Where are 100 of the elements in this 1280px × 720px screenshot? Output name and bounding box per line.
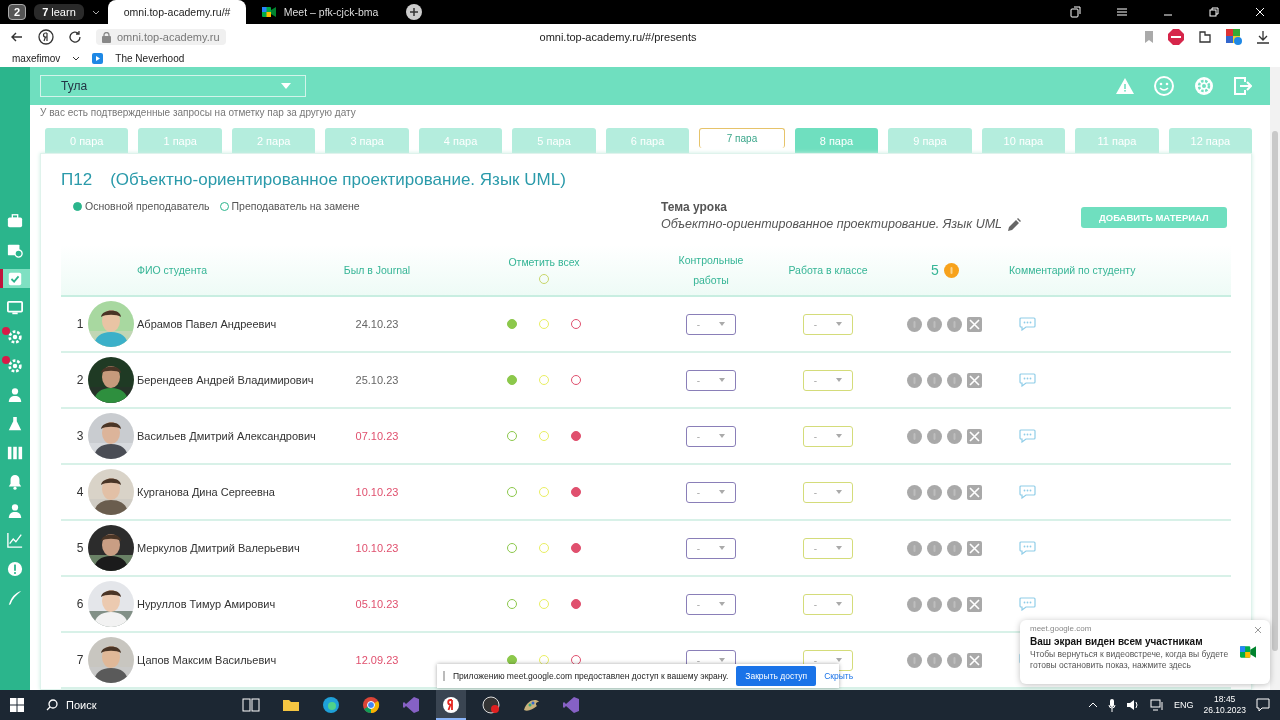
clear-button[interactable] [967,596,982,612]
classwork-grade-select[interactable]: - [803,369,853,391]
coin-button[interactable] [947,484,962,500]
coin-button[interactable] [947,652,962,668]
attendance-radio[interactable] [571,599,581,609]
comment-icon[interactable] [1019,541,1036,555]
lesson-tab[interactable]: 3 пара [325,128,409,153]
coin-button[interactable] [927,316,942,332]
clear-button[interactable] [967,316,982,332]
test-grade-select[interactable]: - [686,537,736,559]
reload-icon[interactable] [68,30,82,44]
comment-icon[interactable] [1019,373,1036,387]
profile-menu[interactable]: maxefimov [12,53,61,64]
taskbar-search[interactable]: Поиск [34,699,226,711]
coin-button[interactable] [927,372,942,388]
start-icon[interactable] [10,698,24,712]
back-icon[interactable] [10,30,24,44]
lesson-tab[interactable]: 1 пара [138,128,222,153]
clock-date[interactable]: 26.10.2023 [1203,705,1246,716]
city-dropdown[interactable]: Тула [40,75,306,97]
new-tab-icon[interactable] [405,4,422,20]
coin-button[interactable] [927,428,942,444]
attendance-radio[interactable] [571,487,581,497]
notifications-icon[interactable] [1256,698,1270,712]
clock-time[interactable]: 18:45 [1214,694,1236,705]
taskbar-app[interactable] [436,690,466,720]
classwork-grade-select[interactable]: - [803,425,853,447]
volume-icon[interactable] [1125,699,1140,711]
caret-icon[interactable] [72,56,81,61]
lesson-tab[interactable]: 2 пара [231,128,316,153]
attendance-radio[interactable] [571,543,581,553]
coin-button[interactable] [947,372,962,388]
browser-logo-icon[interactable] [38,29,54,45]
browser-tab[interactable]: omni.top-academy.ru/# [107,0,246,24]
settings-icon[interactable] [1194,76,1214,96]
menu-icon[interactable] [1116,6,1128,18]
stop-sharing-button[interactable]: Закрыть доступ [736,666,817,686]
classwork-grade-select[interactable]: - [803,313,853,335]
tab-group[interactable]: 7 learn [34,4,84,20]
browser-tab[interactable]: Meet – pfk-cjck-bma [253,0,388,24]
sidebar-item[interactable] [0,269,30,288]
comment-icon[interactable] [1019,429,1036,443]
test-grade-select[interactable]: - [686,369,736,391]
coin-button[interactable] [947,596,962,612]
coin-button[interactable] [927,652,942,668]
caret-icon[interactable] [91,9,100,15]
lesson-tab[interactable]: 6 пара [605,128,690,153]
coin-button[interactable] [927,484,942,500]
restore-icon[interactable] [1208,6,1220,18]
test-grade-select[interactable]: - [686,593,736,615]
clear-button[interactable] [967,428,982,444]
bookmark-link[interactable]: The Neverhood [115,53,185,64]
lesson-tab[interactable]: 10 пара [981,128,1066,153]
clear-button[interactable] [967,540,982,556]
coin-button[interactable] [907,372,922,388]
clear-button[interactable] [967,484,982,500]
classwork-grade-select[interactable]: - [803,537,853,559]
lesson-tab[interactable]: 8 пара [794,128,879,153]
logout-icon[interactable] [1234,77,1252,95]
coin-button[interactable] [907,540,922,556]
add-material-button[interactable]: ДОБАВИТЬ МАТЕРИАЛ [1081,207,1227,228]
smiley-icon[interactable] [1154,76,1174,96]
coin-button[interactable] [927,596,942,612]
lesson-tab[interactable]: 5 пара [512,128,596,153]
attendance-radio[interactable] [571,431,581,441]
notification-toast[interactable]: meet.google.com Ваш экран виден всем участникам Чтобы вернуться к видеовстрече, когда вы будете готовы остановить показ, нажмите здесь [1020,620,1270,684]
pencil-icon[interactable] [1008,217,1022,231]
attendance-radio[interactable] [507,375,517,385]
workspace-badge[interactable]: 2 [8,4,27,20]
coin-button[interactable] [907,428,922,444]
bookmark-icon[interactable] [1144,31,1154,43]
coin-button[interactable] [907,316,922,332]
lesson-tab[interactable]: 0 пара [45,128,129,153]
adblock-icon[interactable] [1168,29,1184,45]
warning-icon[interactable] [1116,78,1134,94]
address-field[interactable]: omni.top-academy.ru [96,29,226,45]
coin-button[interactable] [907,652,922,668]
coin-button[interactable] [927,540,942,556]
scrollbar[interactable] [1270,67,1280,690]
classwork-grade-select[interactable]: - [803,481,853,503]
classwork-grade-select[interactable]: - [803,593,853,615]
lesson-tab[interactable]: 9 пара [888,128,972,153]
coin-button[interactable] [947,540,962,556]
lesson-tab[interactable]: 11 пара [1075,128,1159,153]
hide-link[interactable]: Скрыть [824,671,854,681]
coin-button[interactable] [907,484,922,500]
lesson-tab[interactable]: 7 пара [699,128,785,148]
comment-icon[interactable] [1019,317,1036,331]
comment-icon[interactable] [1019,485,1036,499]
test-grade-select[interactable]: - [686,313,736,335]
download-icon[interactable] [1256,30,1270,44]
clear-button[interactable] [967,372,982,388]
lesson-tab[interactable]: 4 пара [418,128,503,153]
comment-icon[interactable] [1019,597,1036,611]
language-indicator[interactable]: ENG [1173,700,1194,710]
lesson-tab[interactable]: 12 пара [1168,128,1253,153]
network-icon[interactable] [1149,699,1164,711]
attendance-radio[interactable] [507,319,517,329]
clear-button[interactable] [967,652,982,668]
coin-button[interactable] [947,316,962,332]
